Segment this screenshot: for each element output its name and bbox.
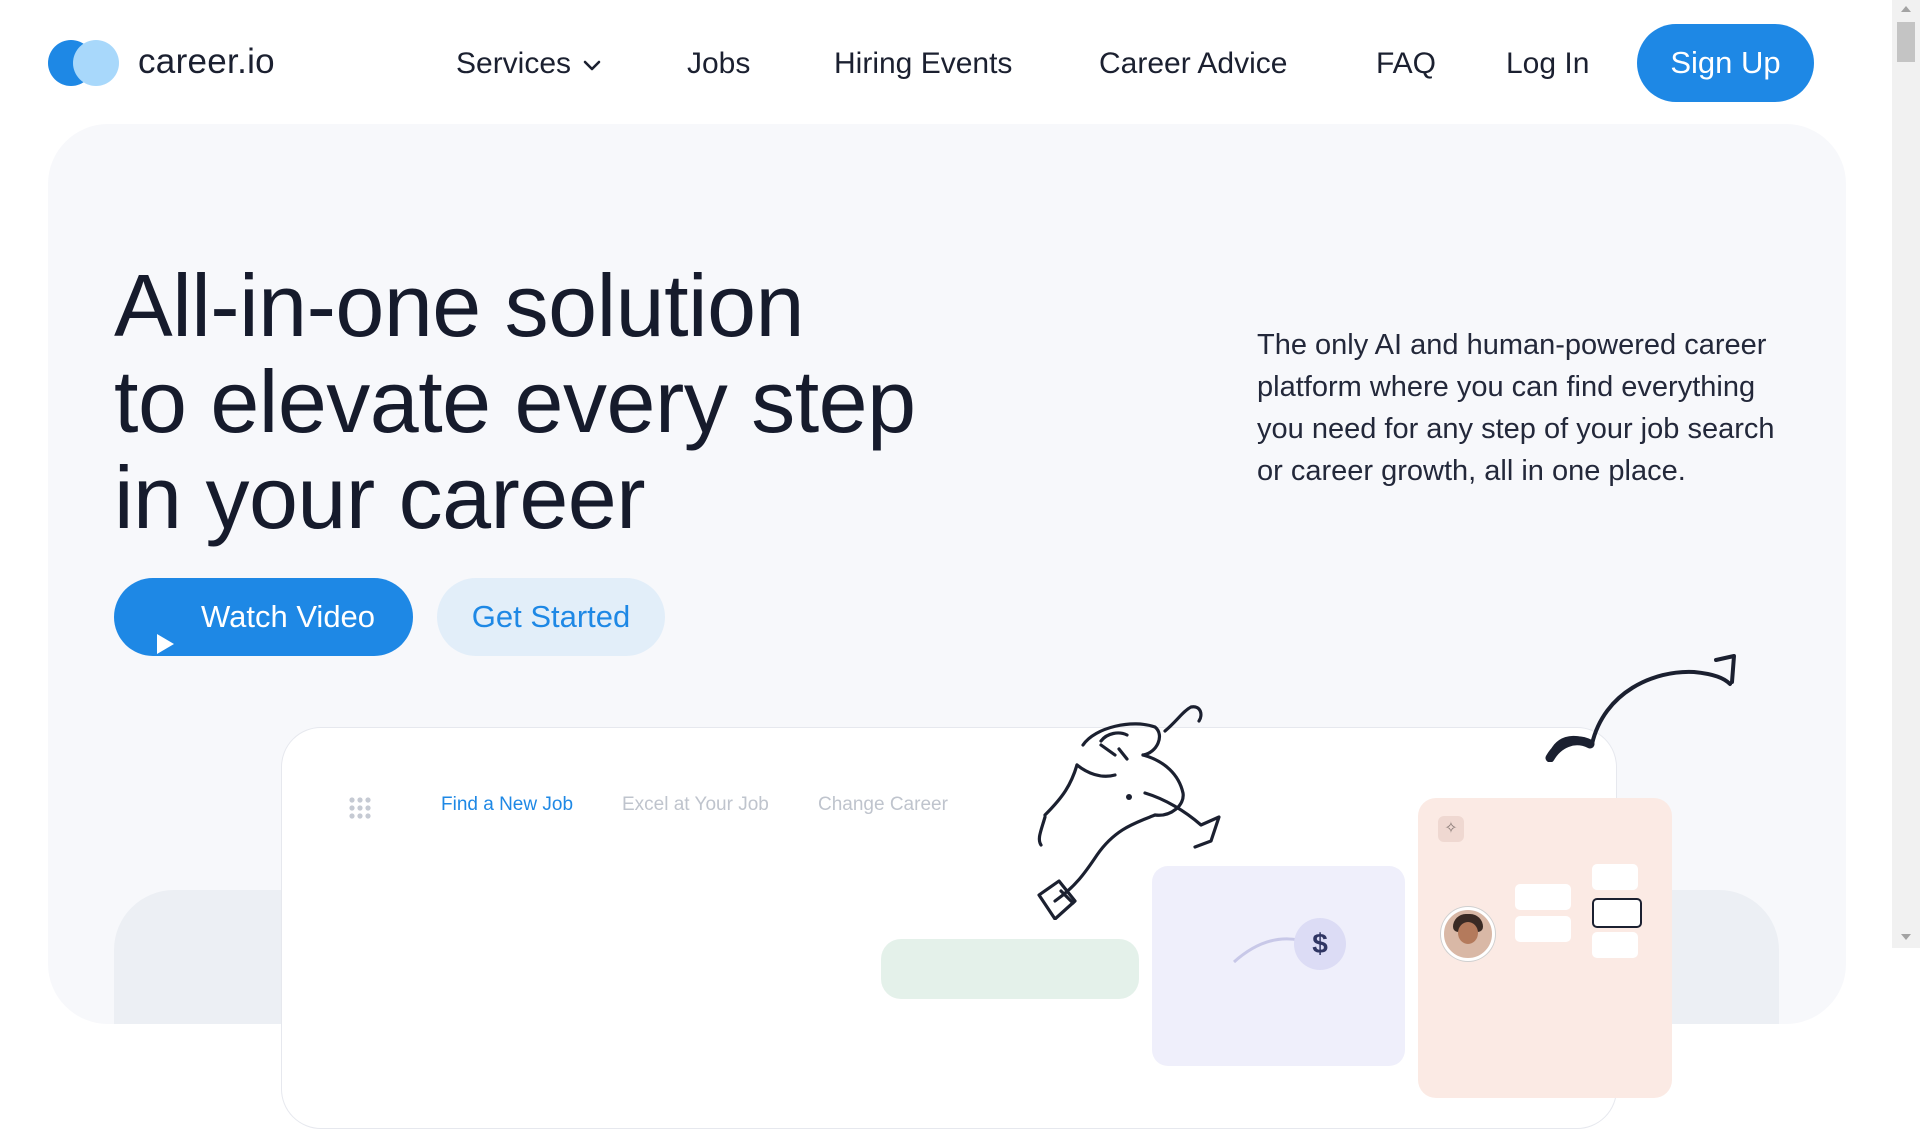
nav-item-faq[interactable]: FAQ [1376, 26, 1436, 102]
nav-item-jobs[interactable]: Jobs [687, 26, 750, 102]
tab-find-new-job[interactable]: Find a New Job [441, 794, 573, 816]
get-started-button[interactable]: Get Started [437, 578, 665, 656]
hero-title-line: All-in-one solution [114, 256, 805, 355]
hero-title: All-in-one solution to elevate every ste… [114, 258, 1014, 546]
running-person-illustration [1037, 705, 1221, 920]
preview-bar-selected [1592, 898, 1642, 928]
nav-item-services[interactable]: Services [456, 26, 601, 102]
nav-item-label: Services [456, 47, 572, 80]
scroll-thumb[interactable] [1897, 22, 1915, 62]
dollar-icon: $ [1294, 918, 1346, 970]
hero-description: The only AI and human-powered career pla… [1257, 329, 1775, 487]
preview-bar [1592, 864, 1638, 890]
dollar-symbol: $ [1312, 928, 1328, 959]
product-preview-card: Find a New Job Excel at Your Job Change … [281, 727, 1617, 1129]
preview-card-green [881, 939, 1139, 999]
logo-icon [48, 38, 122, 86]
preview-bar [1515, 916, 1571, 942]
sparkle-icon: ✧ [1438, 816, 1464, 842]
play-icon [154, 606, 176, 684]
arrow-doodle-icon [1545, 654, 1736, 762]
site-header: career.io Services Jobs Hiring Events Ca… [0, 0, 1892, 124]
login-link[interactable]: Log In [1506, 26, 1589, 102]
page-scrollbar[interactable] [1892, 0, 1920, 948]
hero-title-line: in your career [114, 448, 646, 547]
scroll-down-arrow-icon[interactable] [1901, 934, 1911, 940]
tab-change-career[interactable]: Change Career [818, 794, 948, 816]
nav-item-career-advice[interactable]: Career Advice [1099, 26, 1287, 102]
logo-text: career.io [138, 42, 275, 81]
preview-bar [1515, 884, 1571, 910]
scroll-up-arrow-icon[interactable] [1901, 6, 1911, 12]
logo[interactable]: career.io [48, 38, 275, 86]
watch-video-label: Watch Video [201, 599, 376, 634]
hero-title-line: to elevate every step [114, 352, 916, 451]
tab-excel-at-job[interactable]: Excel at Your Job [622, 794, 769, 816]
avatar [1441, 907, 1495, 961]
watch-video-button[interactable]: Watch Video [114, 578, 413, 656]
preview-bar [1592, 932, 1638, 958]
nav-item-hiring-events[interactable]: Hiring Events [834, 26, 1012, 102]
chevron-down-icon [583, 25, 601, 101]
sign-up-button[interactable]: Sign Up [1637, 24, 1814, 102]
grid-dots-icon[interactable] [348, 796, 372, 820]
